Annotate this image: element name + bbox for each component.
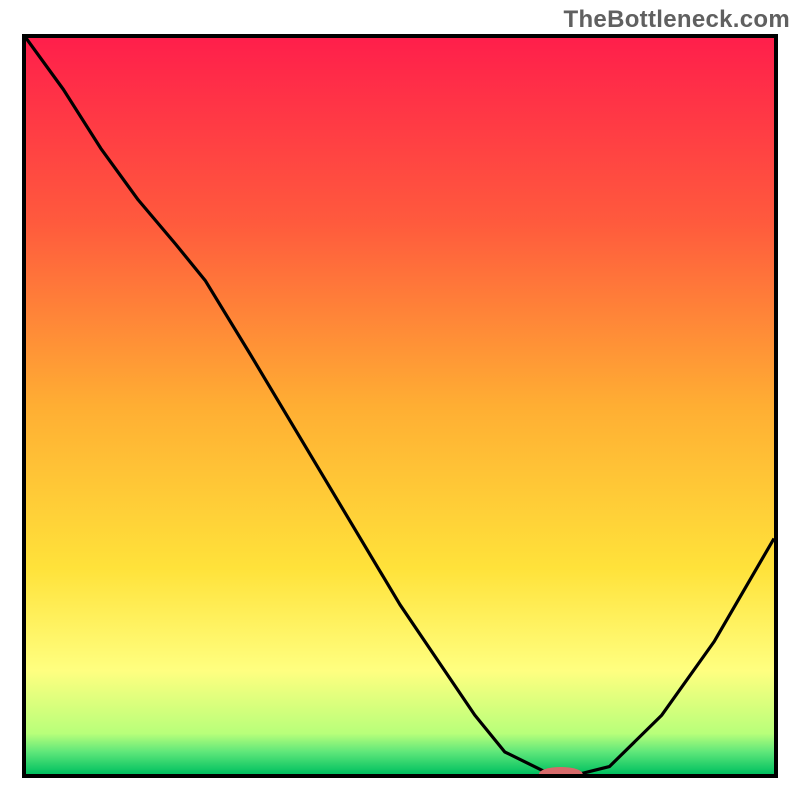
plot-frame	[22, 34, 778, 778]
plot-background	[26, 38, 774, 774]
plot-svg	[26, 38, 774, 774]
watermark-text: TheBottleneck.com	[564, 6, 790, 34]
